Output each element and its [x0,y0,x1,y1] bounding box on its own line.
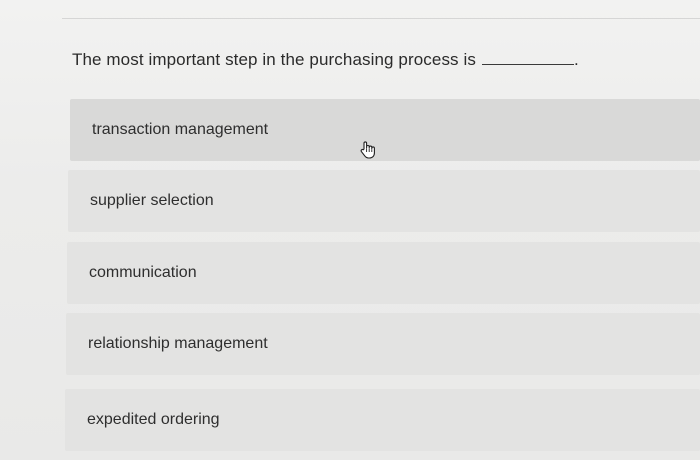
answer-blank [481,50,574,65]
question-text: The most important step in the purchasin… [72,50,579,70]
quiz-page: The most important step in the purchasin… [0,0,700,460]
answer-option-supplier-selection[interactable]: supplier selection [68,170,700,232]
answer-option-label: communication [89,264,197,281]
answer-option-communication[interactable]: communication [67,242,700,304]
answer-option-label: transaction management [92,121,269,138]
question-stem: The most important step in the purchasin… [72,50,476,69]
divider [62,18,700,19]
answer-option-label: supplier selection [90,192,214,209]
answer-option-label: expedited ordering [87,411,220,428]
answer-option-relationship-management[interactable]: relationship management [66,313,700,375]
hand-pointer-icon [360,141,375,159]
answer-option-expedited-ordering[interactable]: expedited ordering [65,389,700,451]
answer-option-label: relationship management [88,335,268,352]
answer-option-transaction-management[interactable]: transaction management [70,99,700,161]
question-end-punctuation: . [573,50,579,69]
